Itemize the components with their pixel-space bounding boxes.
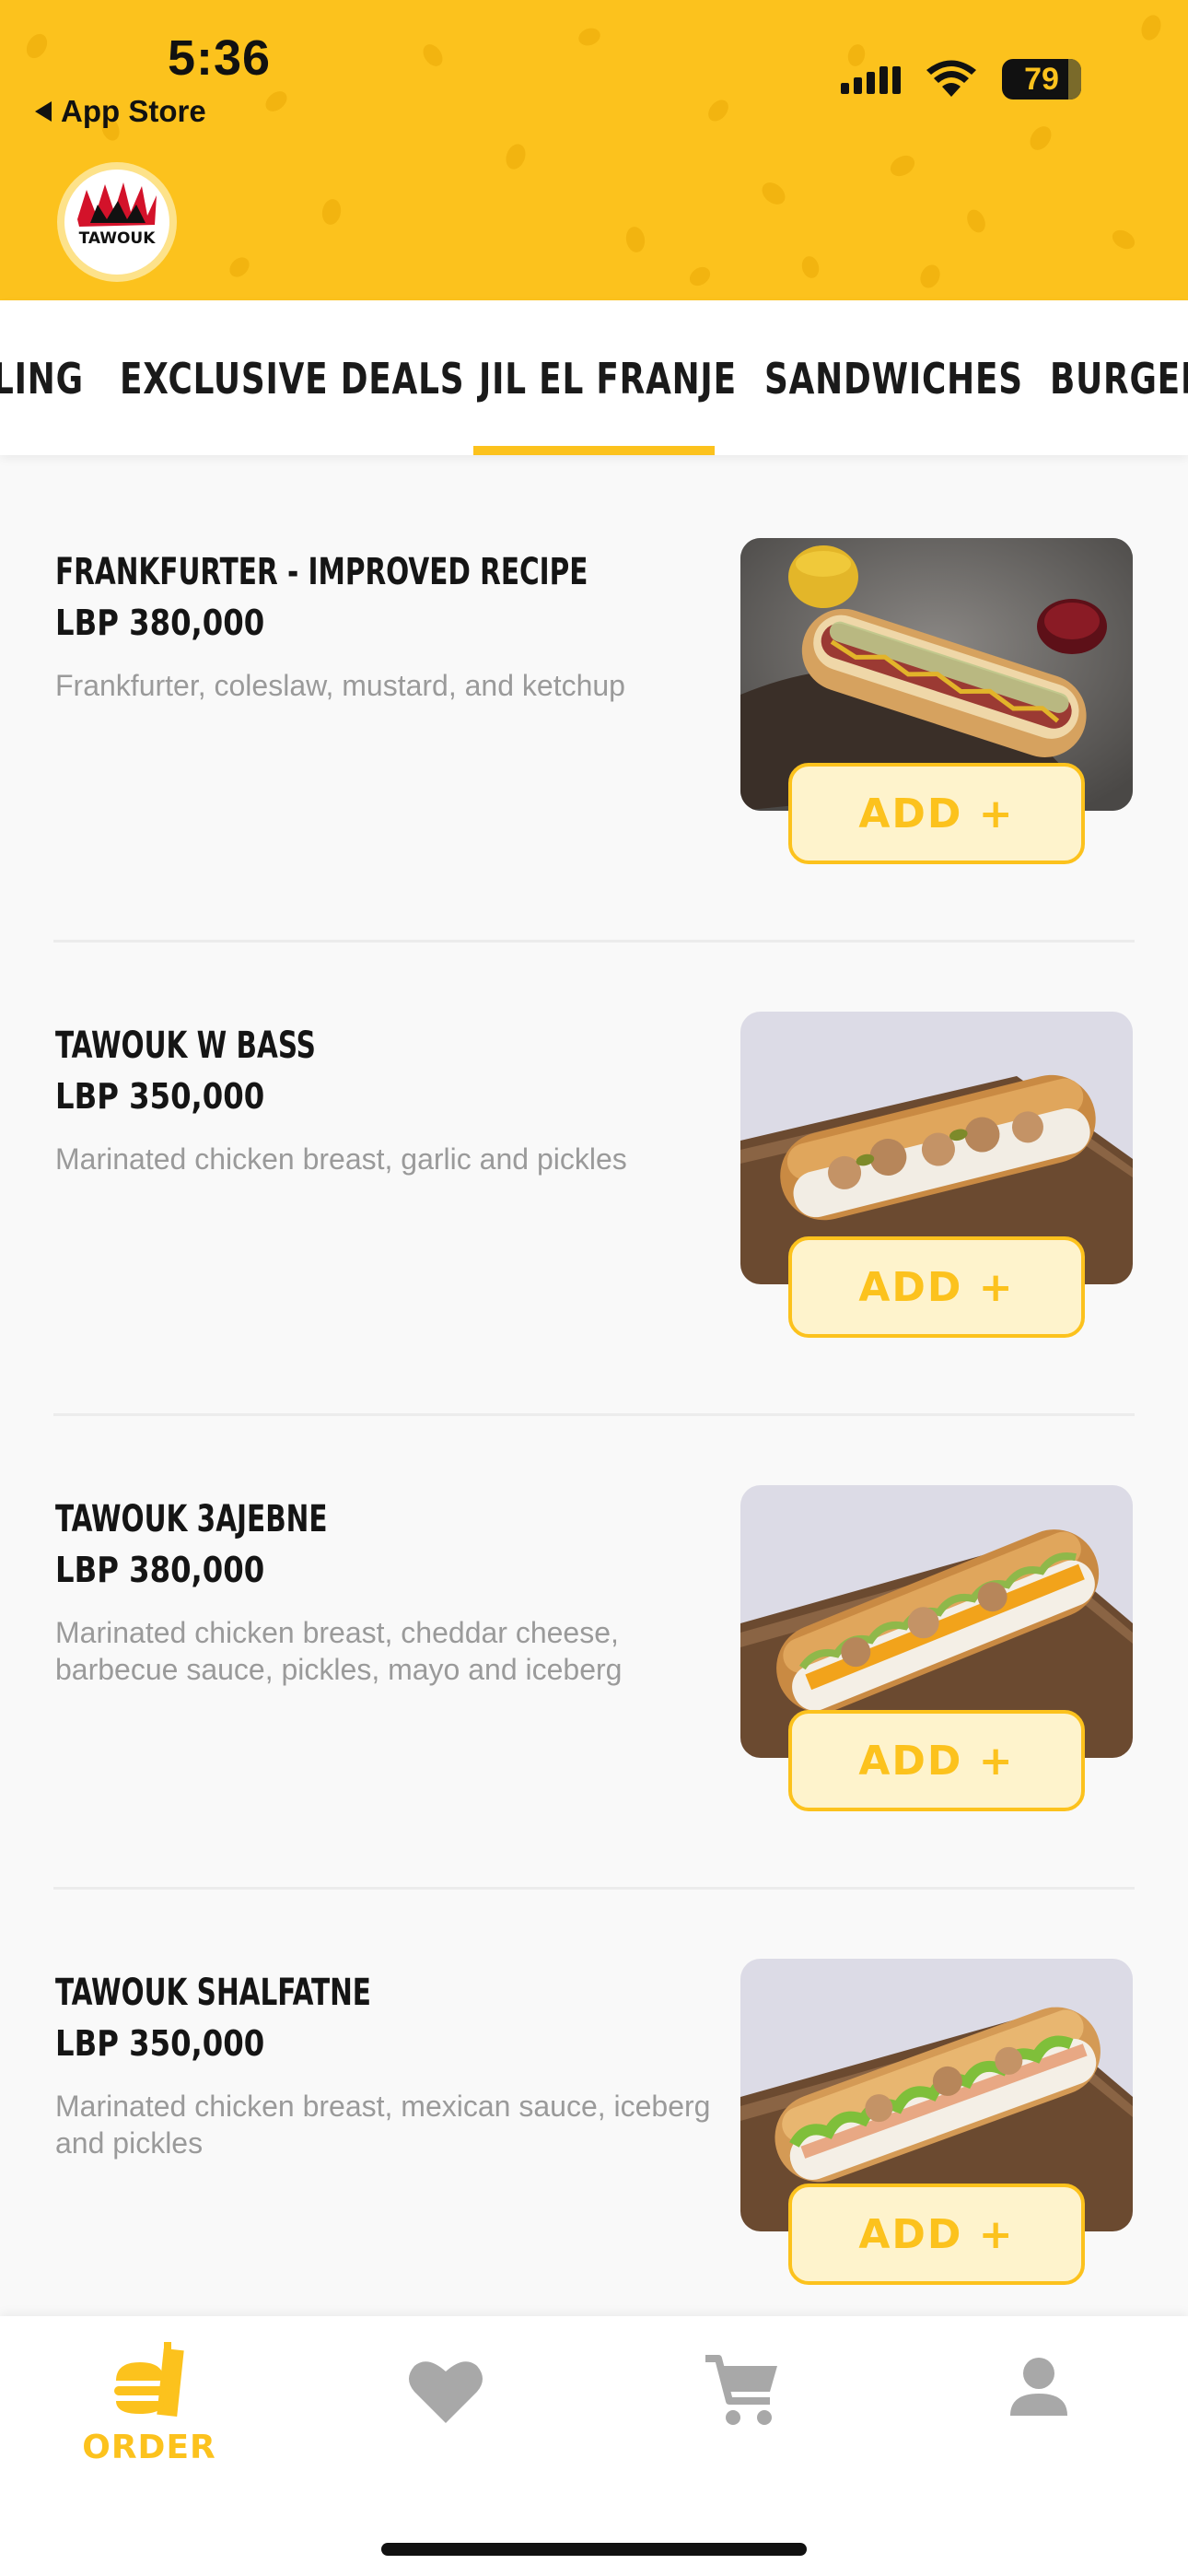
nav-profile[interactable] [965,2355,1112,2419]
item-name: FRANKFURTER - IMPROVED RECIPE [55,551,588,593]
divider [53,1887,1135,1890]
back-arrow-icon [35,101,52,122]
back-label: App Store [61,94,206,128]
wifi-icon [926,60,976,97]
order-icon [114,2342,184,2417]
back-to-app-store[interactable]: App Store [35,94,206,129]
profile-icon [1010,2358,1067,2416]
nav-order[interactable]: ORDER [76,2342,223,2466]
item-price: LBP 380,000 [55,603,265,643]
item-name: TAWOUK 3AJEBNE [55,1498,328,1540]
item-price: LBP 380,000 [55,1550,265,1590]
item-description: Marinated chicken breast, cheddar cheese… [55,1616,623,1686]
item-description: Frankfurter, coleslaw, mustard, and ketc… [55,669,625,702]
battery-icon: 79 [1002,59,1081,100]
item-name: TAWOUK W BASS [55,1025,316,1067]
status-icons: 79 [841,59,1081,100]
category-tabs: LING EXCLUSIVE DEALS JIL EL FRANJE SANDW… [0,300,1188,455]
tab-ling[interactable]: LING [0,354,84,404]
add-to-cart-button[interactable]: ADD + [788,763,1085,864]
nav-order-label: ORDER [82,2429,216,2466]
tab-jil-el-franje[interactable]: JIL EL FRANJE [479,354,737,404]
divider [53,940,1135,943]
home-indicator[interactable] [381,2543,807,2556]
svg-text:TAWOUK: TAWOUK [79,229,157,248]
item-price: LBP 350,000 [55,2023,265,2064]
brand-logo[interactable]: TAWOUK [57,162,177,282]
cart-icon [705,2355,777,2425]
heart-icon [409,2361,483,2423]
active-tab-indicator [473,446,715,455]
tawouk-logo-icon: TAWOUK [77,182,157,248]
add-to-cart-button[interactable]: ADD + [788,1710,1085,1811]
nav-favorites[interactable] [372,2357,519,2425]
item-price: LBP 350,000 [55,1076,265,1117]
status-time: 5:36 [168,30,272,86]
item-description: Marinated chicken breast, garlic and pic… [55,1142,627,1176]
tab-sandwiches[interactable]: SANDWICHES [764,354,1023,404]
item-description: Marinated chicken breast, mexican sauce,… [55,2090,711,2160]
add-to-cart-button[interactable]: ADD + [788,2184,1085,2285]
bottom-nav: ORDER [0,2316,1188,2576]
tab-burger[interactable]: BURGER [1050,354,1188,404]
divider [53,1413,1135,1416]
tab-exclusive-deals[interactable]: EXCLUSIVE DEALS [120,354,464,404]
battery-level: 79 [1024,61,1059,97]
item-name: TAWOUK SHALFATNE [55,1972,371,2014]
add-to-cart-button[interactable]: ADD + [788,1236,1085,1338]
app-header: 5:36 App Store 79 TAWOUK [0,0,1188,300]
cellular-signal-icon [841,64,901,94]
nav-cart[interactable] [669,2353,816,2429]
